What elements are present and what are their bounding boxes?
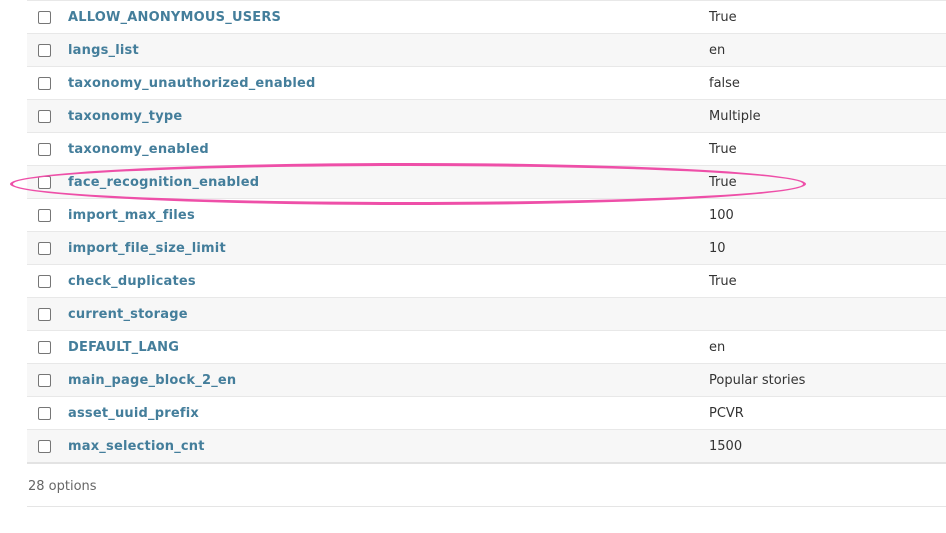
row-select-checkbox[interactable] — [38, 407, 51, 420]
option-name-link[interactable]: face_recognition_enabled — [68, 175, 259, 190]
table-row: taxonomy_enabled True — [27, 132, 946, 165]
option-name-link[interactable]: check_duplicates — [68, 274, 196, 289]
option-name-link[interactable]: taxonomy_enabled — [68, 142, 209, 157]
row-select-checkbox[interactable] — [38, 44, 51, 57]
option-value: True — [709, 274, 737, 289]
row-select-checkbox[interactable] — [38, 275, 51, 288]
option-name-link[interactable]: max_selection_cnt — [68, 439, 205, 454]
table-row: import_file_size_limit 10 — [27, 231, 946, 264]
option-value: True — [709, 142, 737, 157]
options-count: 28 options — [28, 479, 97, 494]
results-footer: 28 options — [27, 464, 946, 507]
table-row: langs_list en — [27, 33, 946, 66]
row-select-checkbox[interactable] — [38, 77, 51, 90]
option-name-link[interactable]: main_page_block_2_en — [68, 373, 236, 388]
option-value: True — [709, 175, 737, 190]
option-name-link[interactable]: current_storage — [68, 307, 188, 322]
option-value: en — [709, 340, 726, 355]
option-value: en — [709, 43, 726, 58]
table-row: import_max_files 100 — [27, 198, 946, 231]
table-row: DEFAULT_LANG en — [27, 330, 946, 363]
options-table: ALLOW_ANONYMOUS_USERS True langs_list en tax… — [27, 0, 946, 464]
option-value: PCVR — [709, 406, 744, 421]
option-value: Multiple — [709, 109, 761, 124]
option-value: Popular stories — [709, 373, 806, 388]
table-row: main_page_block_2_en Popular stories — [27, 363, 946, 396]
row-select-checkbox[interactable] — [38, 374, 51, 387]
option-value: false — [709, 76, 740, 91]
option-name-link[interactable]: taxonomy_unauthorized_enabled — [68, 76, 316, 91]
option-name-link[interactable]: DEFAULT_LANG — [68, 340, 179, 355]
table-row: current_storage — [27, 297, 946, 330]
table-row: taxonomy_type Multiple — [27, 99, 946, 132]
row-select-checkbox[interactable] — [38, 110, 51, 123]
row-select-checkbox[interactable] — [38, 176, 51, 189]
table-row: ALLOW_ANONYMOUS_USERS True — [27, 0, 946, 33]
table-row: face_recognition_enabled True — [27, 165, 946, 198]
row-select-checkbox[interactable] — [38, 308, 51, 321]
table-row: max_selection_cnt 1500 — [27, 429, 946, 464]
option-name-link[interactable]: import_max_files — [68, 208, 195, 223]
option-value: 100 — [709, 208, 734, 223]
option-name-link[interactable]: ALLOW_ANONYMOUS_USERS — [68, 10, 281, 25]
row-select-checkbox[interactable] — [38, 440, 51, 453]
row-select-checkbox[interactable] — [38, 143, 51, 156]
option-name-link[interactable]: import_file_size_limit — [68, 241, 226, 256]
option-value: 1500 — [709, 439, 743, 454]
row-select-checkbox[interactable] — [38, 209, 51, 222]
row-select-checkbox[interactable] — [38, 11, 51, 24]
table-row: check_duplicates True — [27, 264, 946, 297]
option-value: True — [709, 10, 737, 25]
option-name-link[interactable]: asset_uuid_prefix — [68, 406, 199, 421]
row-select-checkbox[interactable] — [38, 341, 51, 354]
option-name-link[interactable]: langs_list — [68, 43, 139, 58]
table-row: asset_uuid_prefix PCVR — [27, 396, 946, 429]
row-select-checkbox[interactable] — [38, 242, 51, 255]
option-value: 10 — [709, 241, 726, 256]
table-row: taxonomy_unauthorized_enabled false — [27, 66, 946, 99]
option-name-link[interactable]: taxonomy_type — [68, 109, 182, 124]
